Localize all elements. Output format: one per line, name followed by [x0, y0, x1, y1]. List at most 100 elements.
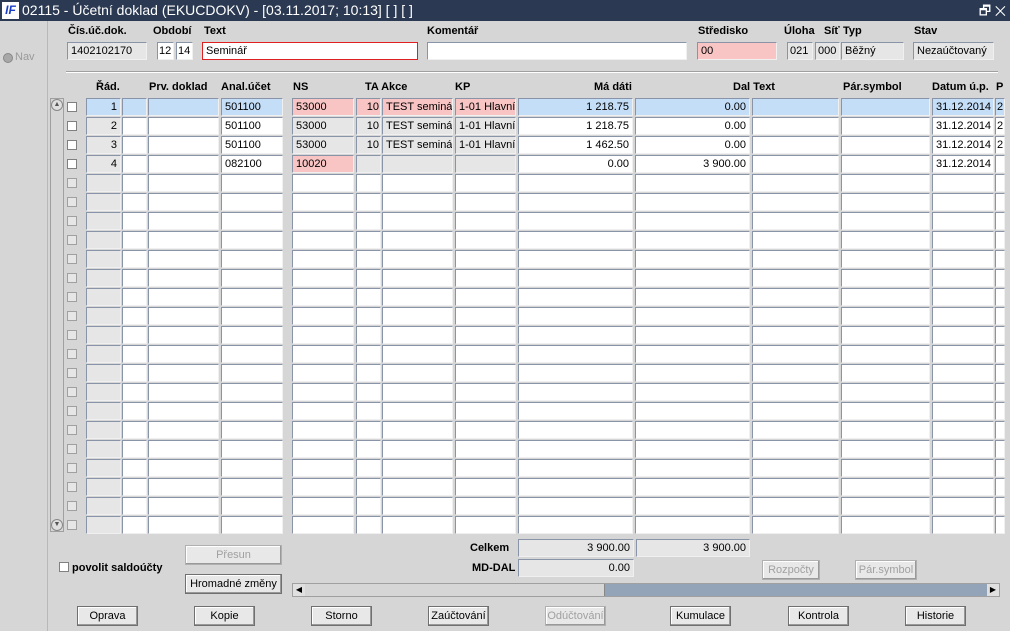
cell-md[interactable]: 1 218.75 — [518, 98, 633, 116]
cell-md[interactable] — [518, 193, 633, 211]
cell-f1[interactable] — [122, 497, 147, 515]
cell-akce[interactable]: TEST seminář — [382, 98, 453, 116]
cell-datum[interactable] — [932, 193, 994, 211]
cell-akce[interactable] — [382, 459, 453, 477]
cell-par[interactable] — [841, 307, 930, 325]
cell-ta[interactable]: 10 — [356, 98, 381, 116]
cell-dal[interactable] — [635, 307, 750, 325]
cell-md[interactable] — [518, 231, 633, 249]
cell-ta[interactable] — [356, 231, 381, 249]
cell-text[interactable] — [752, 136, 839, 154]
cell-akce[interactable] — [382, 155, 453, 173]
cell-datum[interactable] — [932, 402, 994, 420]
cell-md[interactable] — [518, 174, 633, 192]
cell-par[interactable] — [841, 193, 930, 211]
cell-text[interactable] — [752, 174, 839, 192]
cell-kp[interactable]: 1-01 Hlavní — [455, 98, 516, 116]
cell-kp[interactable]: 1-01 Hlavní — [455, 117, 516, 135]
cell-prv[interactable] — [148, 307, 219, 325]
cell-par[interactable] — [841, 117, 930, 135]
cell-prv[interactable] — [148, 231, 219, 249]
cell-prv[interactable] — [148, 174, 219, 192]
cell-text[interactable] — [752, 421, 839, 439]
cell-extra[interactable]: 2 — [995, 98, 1005, 116]
cell-ns[interactable] — [292, 231, 354, 249]
cell-datum[interactable] — [932, 212, 994, 230]
cell-f1[interactable] — [122, 231, 147, 249]
cell-md[interactable] — [518, 212, 633, 230]
cell-md[interactable] — [518, 288, 633, 306]
cell-par[interactable] — [841, 421, 930, 439]
cell-f1[interactable] — [122, 174, 147, 192]
cell-ta[interactable] — [356, 288, 381, 306]
cell-extra[interactable] — [995, 326, 1005, 344]
cell-kp[interactable] — [455, 288, 516, 306]
cell-ta[interactable]: 10 — [356, 117, 381, 135]
cell-ns[interactable]: 10020 — [292, 155, 354, 173]
cell-ta[interactable] — [356, 478, 381, 496]
cell-datum[interactable]: 31.12.2014 — [932, 117, 994, 135]
cell-prv[interactable] — [148, 212, 219, 230]
cell-par[interactable] — [841, 326, 930, 344]
cell-rad[interactable] — [86, 212, 121, 230]
row-checkbox[interactable] — [67, 406, 77, 416]
row-checkbox[interactable] — [67, 463, 77, 473]
cell-anal[interactable] — [221, 288, 283, 306]
cell-ns[interactable] — [292, 345, 354, 363]
restore-icon[interactable]: 🗗 — [979, 3, 991, 18]
cell-kp[interactable] — [455, 307, 516, 325]
cell-ns[interactable] — [292, 478, 354, 496]
button-kopie[interactable]: Kopie — [194, 606, 255, 626]
cell-extra[interactable] — [995, 364, 1005, 382]
cell-text[interactable] — [752, 307, 839, 325]
state-field[interactable]: Nezaúčtovaný — [913, 42, 994, 60]
scroll-thumb[interactable] — [305, 584, 605, 596]
row-checkbox[interactable] — [67, 216, 77, 226]
cell-ta[interactable] — [356, 383, 381, 401]
button-zaúčtování[interactable]: Zaúčtování — [428, 606, 489, 626]
cell-ns[interactable]: 53000 — [292, 117, 354, 135]
cell-par[interactable] — [841, 383, 930, 401]
cell-akce[interactable] — [382, 307, 453, 325]
cell-rad[interactable] — [86, 307, 121, 325]
cell-anal[interactable]: 501100 — [221, 117, 283, 135]
period-year-field[interactable]: 14 — [176, 42, 193, 60]
cell-ns[interactable] — [292, 326, 354, 344]
cell-datum[interactable] — [932, 516, 994, 534]
vertical-scrollbar[interactable]: ▲ ▼ — [50, 98, 64, 532]
center-field[interactable]: 00 — [697, 42, 777, 60]
cell-datum[interactable] — [932, 345, 994, 363]
cell-dal[interactable] — [635, 288, 750, 306]
cell-anal[interactable] — [221, 497, 283, 515]
row-checkbox[interactable] — [67, 292, 77, 302]
cell-prv[interactable] — [148, 326, 219, 344]
cell-anal[interactable] — [221, 364, 283, 382]
cell-datum[interactable] — [932, 269, 994, 287]
cell-f1[interactable] — [122, 269, 147, 287]
presun-button[interactable]: Přesun — [185, 545, 282, 565]
cell-anal[interactable]: 501100 — [221, 98, 283, 116]
cell-md[interactable] — [518, 516, 633, 534]
cell-f1[interactable] — [122, 402, 147, 420]
cell-datum[interactable] — [932, 421, 994, 439]
scroll-down-icon[interactable]: ▼ — [51, 519, 63, 531]
cell-par[interactable] — [841, 402, 930, 420]
cell-dal[interactable] — [635, 440, 750, 458]
scroll-up-icon[interactable]: ▲ — [51, 99, 63, 111]
cell-extra[interactable] — [995, 459, 1005, 477]
type-field[interactable]: Běžný — [841, 42, 904, 60]
cell-f1[interactable] — [122, 307, 147, 325]
cell-ta[interactable] — [356, 516, 381, 534]
row-checkbox[interactable] — [67, 425, 77, 435]
cell-akce[interactable] — [382, 440, 453, 458]
cell-anal[interactable] — [221, 345, 283, 363]
cell-text[interactable] — [752, 117, 839, 135]
cell-md[interactable] — [518, 307, 633, 325]
cell-datum[interactable] — [932, 250, 994, 268]
cell-extra[interactable]: 2 — [995, 136, 1005, 154]
cell-par[interactable] — [841, 459, 930, 477]
cell-dal[interactable] — [635, 497, 750, 515]
row-checkbox[interactable] — [67, 254, 77, 264]
cell-datum[interactable] — [932, 231, 994, 249]
cell-md[interactable] — [518, 459, 633, 477]
